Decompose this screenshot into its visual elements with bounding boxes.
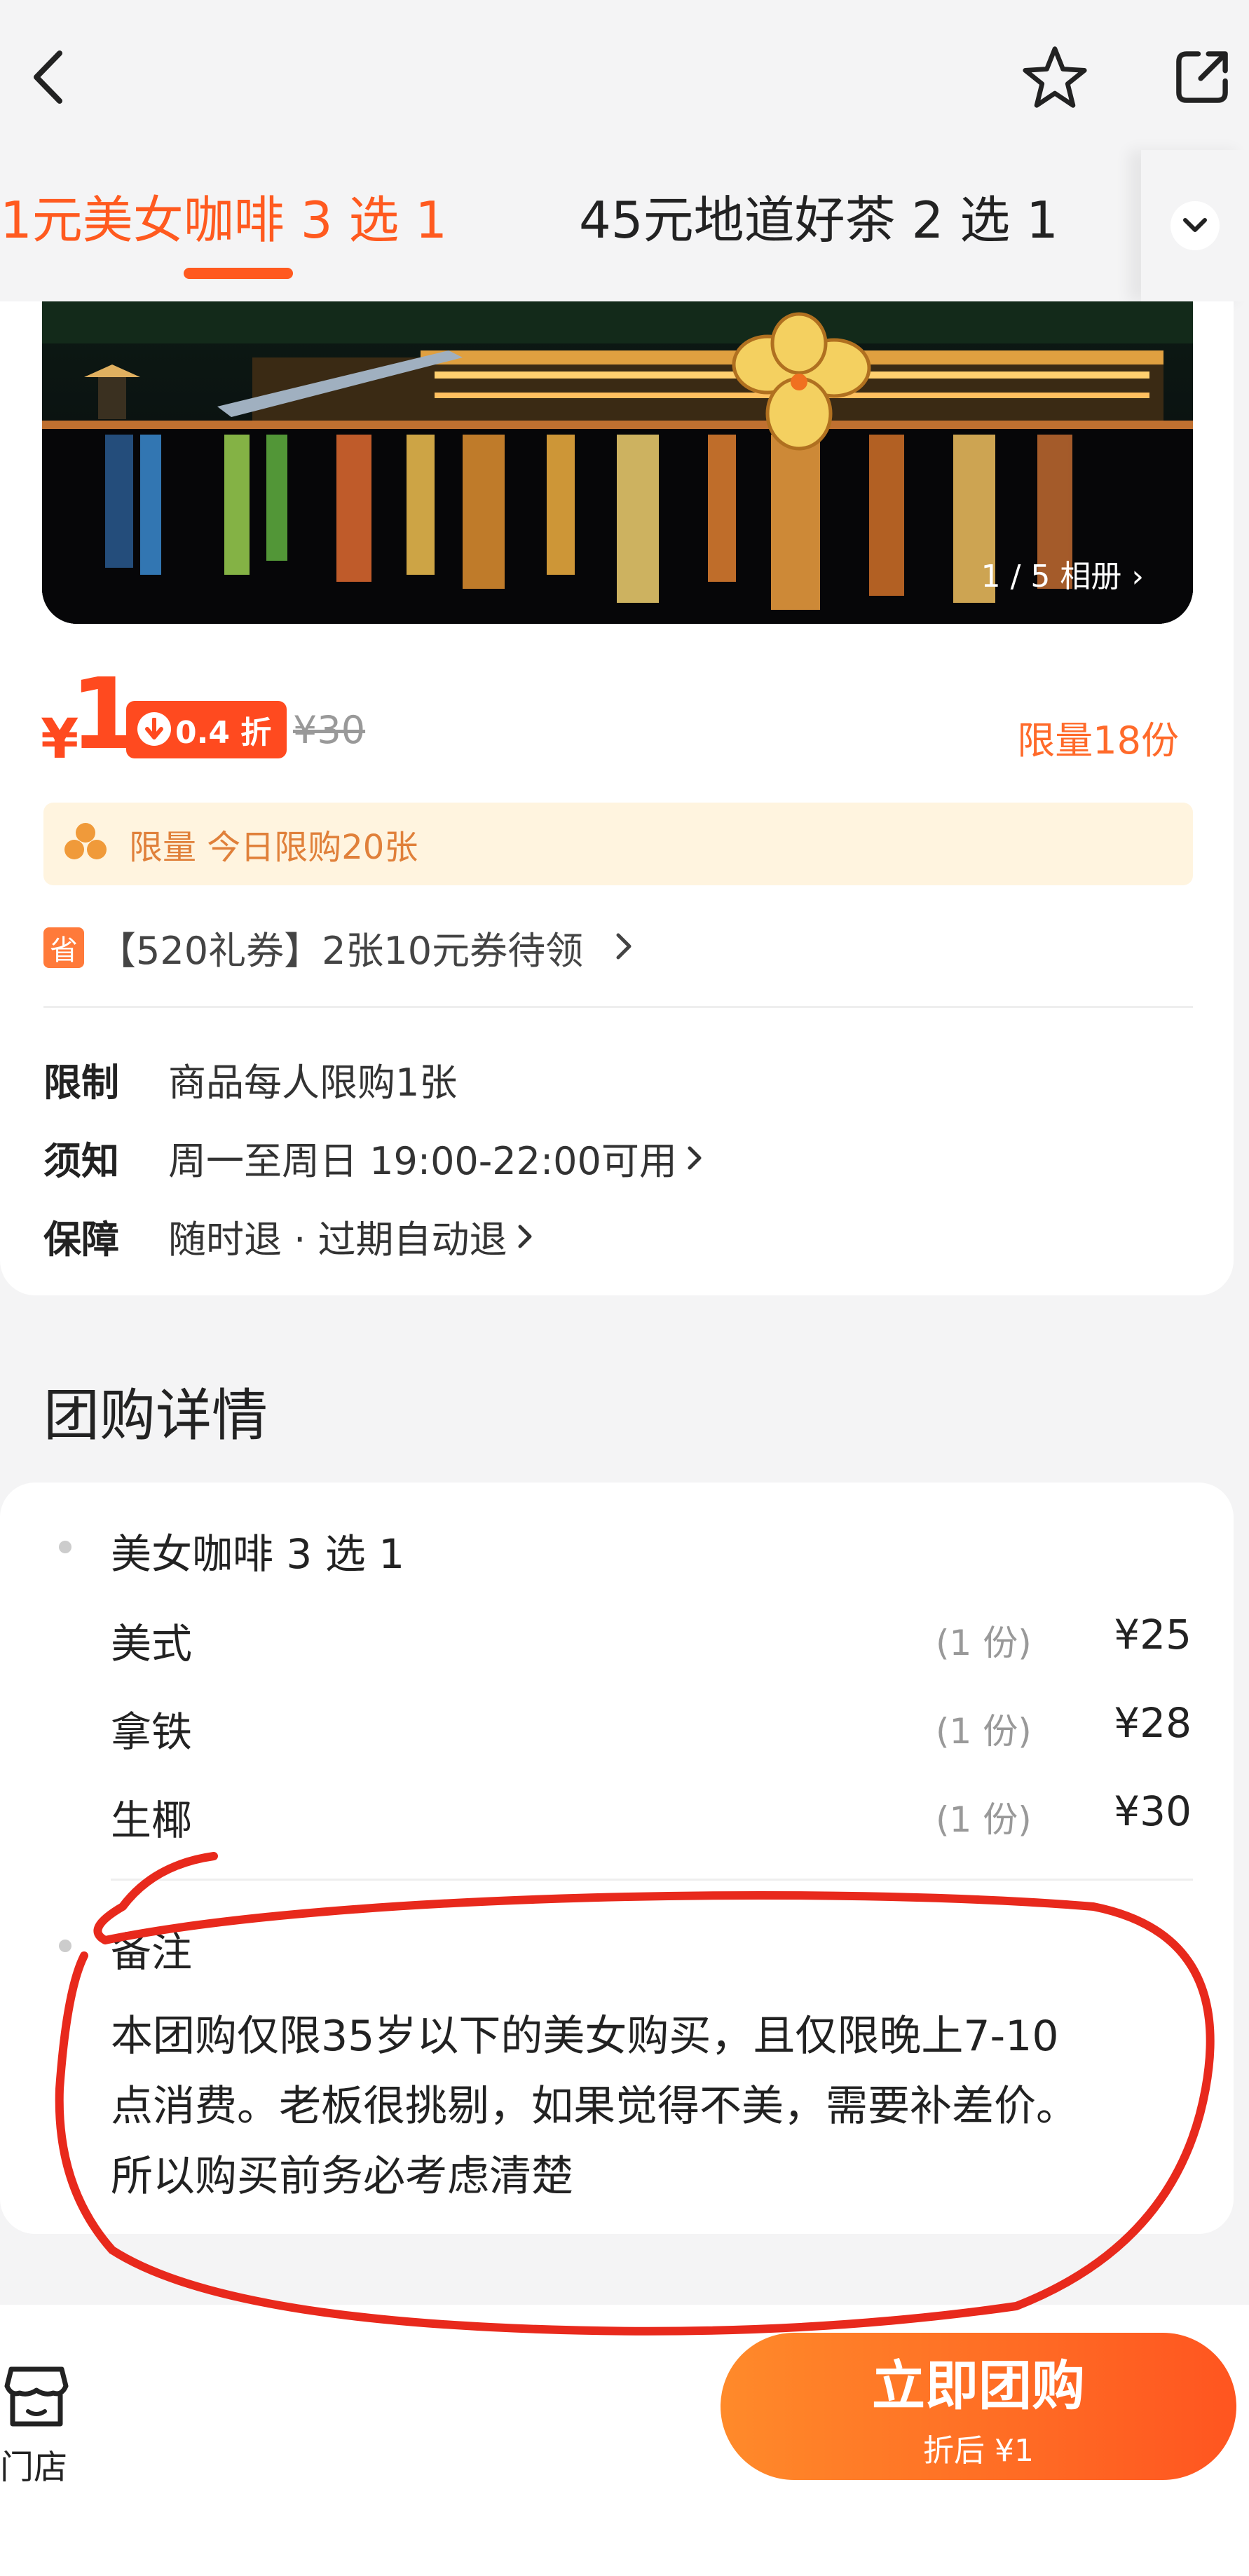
rule-guarantee[interactable]: 保障 随时退 · 过期自动退 <box>43 1208 533 1264</box>
rule-limit: 限制 商品每人限购1张 <box>43 1051 457 1107</box>
buy-now-subtitle: 折后 ¥1 <box>923 2433 1034 2469</box>
coupon-text: 【520礼券】2张10元券待领 <box>98 929 584 973</box>
item-qty: (1 份) <box>936 1711 1032 1752</box>
buy-now-button[interactable]: 立即团购 折后 ¥1 <box>721 2333 1236 2480</box>
top-bar: 1元美女咖啡 3 选 1 45元地道好茶 2 选 1 <box>0 0 1249 301</box>
chevron-right-icon <box>615 925 634 969</box>
chevron-right-icon <box>517 1214 533 1258</box>
rule-guarantee-key: 保障 <box>43 1218 119 1262</box>
share-icon[interactable] <box>1160 35 1244 119</box>
divider <box>111 1879 1193 1881</box>
store-label[interactable]: 门店 <box>0 2439 67 2488</box>
tabs-more-button[interactable] <box>1141 150 1249 301</box>
rule-notice-key: 须知 <box>43 1139 119 1183</box>
remark-line: 所以购买前务必考虑清楚 <box>111 2152 573 2201</box>
tab-tea[interactable]: 45元地道好茶 2 选 1 <box>579 179 1058 252</box>
chevron-down-icon <box>1170 201 1220 250</box>
rule-notice-value: 周一至周日 19:00-22:00可用 <box>168 1139 677 1183</box>
item-name: 美式 <box>111 1620 193 1668</box>
limit-banner: 限量 今日限购20张 <box>43 803 1193 885</box>
remark-line: 点消费。老板很挑剔，如果觉得不美，需要补差价。 <box>111 2082 1078 2131</box>
tab-coffee-label: 1元美女咖啡 3 选 1 <box>0 191 448 250</box>
rule-guarantee-value: 随时退 · 过期自动退 <box>168 1218 507 1262</box>
back-icon[interactable] <box>14 42 84 112</box>
rule-limit-key: 限制 <box>43 1061 119 1105</box>
active-tab-indicator <box>184 268 293 279</box>
rule-notice[interactable]: 须知 周一至周日 19:00-22:00可用 <box>43 1130 702 1185</box>
bullet-dot <box>59 1940 71 1952</box>
item-qty: (1 份) <box>936 1799 1032 1840</box>
star-icon[interactable] <box>1013 35 1097 119</box>
album-counter-label: 1 / 5 相册 <box>981 559 1122 594</box>
item-name: 拿铁 <box>111 1708 193 1756</box>
discount-text: 0.4 折 <box>175 715 272 751</box>
limited-quantity: 限量18份 <box>1017 718 1179 763</box>
item-price: ¥28 <box>1114 1699 1192 1747</box>
rule-limit-value: 商品每人限购1张 <box>168 1061 458 1105</box>
remark-body: 本团购仅限35岁以下的美女购买，且仅限晚上7-10 点消费。老板很挑剔，如果觉得… <box>111 2001 1204 2212</box>
product-photo[interactable]: 1 / 5 相册 › <box>42 301 1193 624</box>
item-name: 生椰 <box>111 1797 193 1844</box>
original-price: ¥30 <box>293 708 366 752</box>
discount-badge: 0.4 折 <box>126 701 287 758</box>
limit-banner-text: 限量 今日限购20张 <box>129 828 418 867</box>
bullet-dot <box>59 1541 71 1553</box>
item-price: ¥30 <box>1114 1787 1192 1835</box>
chevron-right-icon <box>687 1136 702 1180</box>
group-name: 美女咖啡 3 选 1 <box>111 1530 405 1578</box>
section-title: 团购详情 <box>43 1383 268 1448</box>
discount-arrow-icon <box>137 712 171 746</box>
tab-coffee[interactable]: 1元美女咖啡 3 选 1 <box>0 179 447 252</box>
coupon-row[interactable]: 省 【520礼券】2张10元券待领 <box>43 920 634 975</box>
remark-line: 本团购仅限35岁以下的美女购买，且仅限晚上7-10 <box>111 2012 1059 2061</box>
store-icon[interactable] <box>4 2362 69 2430</box>
item-price: ¥25 <box>1114 1611 1192 1658</box>
buy-now-label: 立即团购 <box>872 2354 1085 2417</box>
album-counter[interactable]: 1 / 5 相册 › <box>981 551 1144 596</box>
divider <box>43 1006 1193 1008</box>
item-qty: (1 份) <box>936 1623 1032 1663</box>
remark-title: 备注 <box>111 1928 193 1976</box>
tab-tea-label: 45元地道好茶 2 选 1 <box>579 191 1058 250</box>
coupon-tag: 省 <box>43 927 84 968</box>
clover-icon <box>63 822 108 866</box>
